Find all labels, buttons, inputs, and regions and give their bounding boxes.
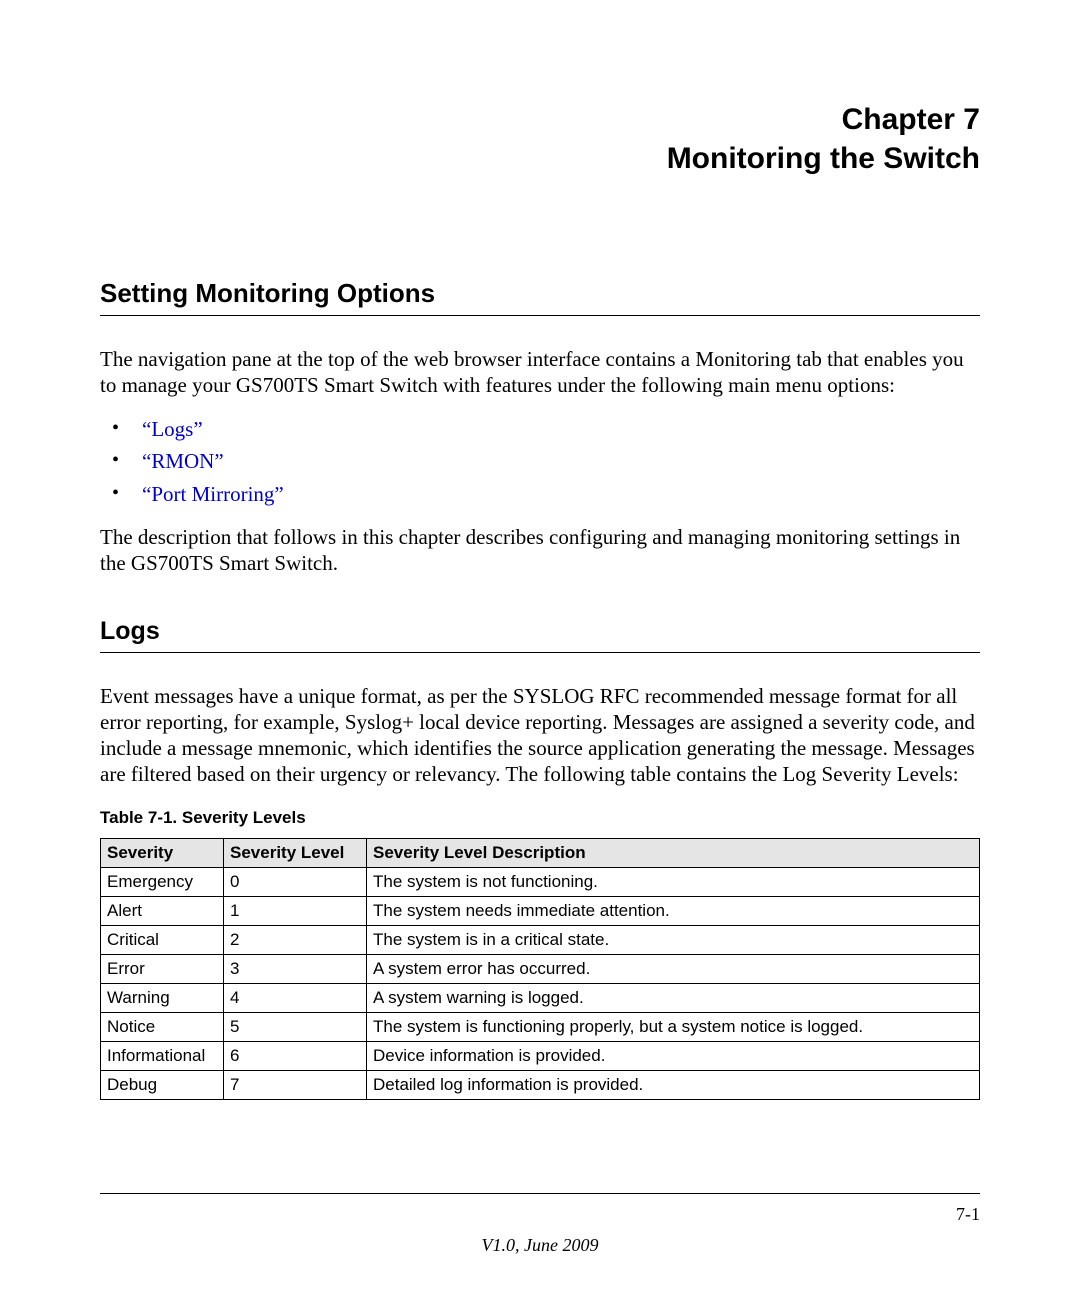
logs-heading: Logs [100,617,980,653]
chapter-title: Chapter 7 Monitoring the Switch [100,100,980,178]
page-footer: 7-1 V1.0, June 2009 [100,1193,980,1256]
list-item: “Port Mirroring” [112,478,980,511]
page-number: 7-1 [100,1204,980,1225]
menu-links-list: “Logs” “RMON” “Port Mirroring” [100,413,980,511]
version-text: V1.0, June 2009 [100,1235,980,1256]
logs-intro: Event messages have a unique format, as … [100,683,980,788]
section-intro: The navigation pane at the top of the we… [100,346,980,399]
cell-description: A system warning is logged. [367,983,980,1012]
header-severity: Severity [101,838,224,867]
list-item: “Logs” [112,413,980,446]
cell-severity: Informational [101,1041,224,1070]
cell-description: The system is functioning properly, but … [367,1012,980,1041]
chapter-name: Monitoring the Switch [100,139,980,178]
table-row: Warning 4 A system warning is logged. [101,983,980,1012]
cell-severity: Emergency [101,867,224,896]
cell-level: 5 [224,1012,367,1041]
cell-severity: Debug [101,1070,224,1099]
table-row: Informational 6 Device information is pr… [101,1041,980,1070]
header-level: Severity Level [224,838,367,867]
cell-level: 3 [224,954,367,983]
cell-severity: Alert [101,896,224,925]
severity-table: Severity Severity Level Severity Level D… [100,838,980,1100]
table-row: Alert 1 The system needs immediate atten… [101,896,980,925]
logs-link[interactable]: “Logs” [142,417,203,441]
cell-level: 1 [224,896,367,925]
table-row: Notice 5 The system is functioning prope… [101,1012,980,1041]
cell-level: 6 [224,1041,367,1070]
chapter-number: Chapter 7 [100,100,980,139]
document-page: Chapter 7 Monitoring the Switch Setting … [0,0,1080,1296]
cell-level: 4 [224,983,367,1012]
table-row: Emergency 0 The system is not functionin… [101,867,980,896]
cell-level: 7 [224,1070,367,1099]
port-mirroring-link[interactable]: “Port Mirroring” [142,482,284,506]
cell-description: The system is not functioning. [367,867,980,896]
cell-level: 2 [224,925,367,954]
header-description: Severity Level Description [367,838,980,867]
table-row: Critical 2 The system is in a critical s… [101,925,980,954]
rmon-link[interactable]: “RMON” [142,449,224,473]
cell-severity: Warning [101,983,224,1012]
cell-severity: Critical [101,925,224,954]
list-item: “RMON” [112,445,980,478]
section-title: Setting Monitoring Options [100,278,980,316]
cell-severity: Error [101,954,224,983]
table-row: Debug 7 Detailed log information is prov… [101,1070,980,1099]
cell-description: The system is in a critical state. [367,925,980,954]
table-caption: Table 7-1. Severity Levels [100,808,980,828]
cell-description: The system needs immediate attention. [367,896,980,925]
cell-description: A system error has occurred. [367,954,980,983]
table-header-row: Severity Severity Level Severity Level D… [101,838,980,867]
cell-severity: Notice [101,1012,224,1041]
cell-description: Device information is provided. [367,1041,980,1070]
table-row: Error 3 A system error has occurred. [101,954,980,983]
cell-level: 0 [224,867,367,896]
section-outro: The description that follows in this cha… [100,524,980,577]
cell-description: Detailed log information is provided. [367,1070,980,1099]
